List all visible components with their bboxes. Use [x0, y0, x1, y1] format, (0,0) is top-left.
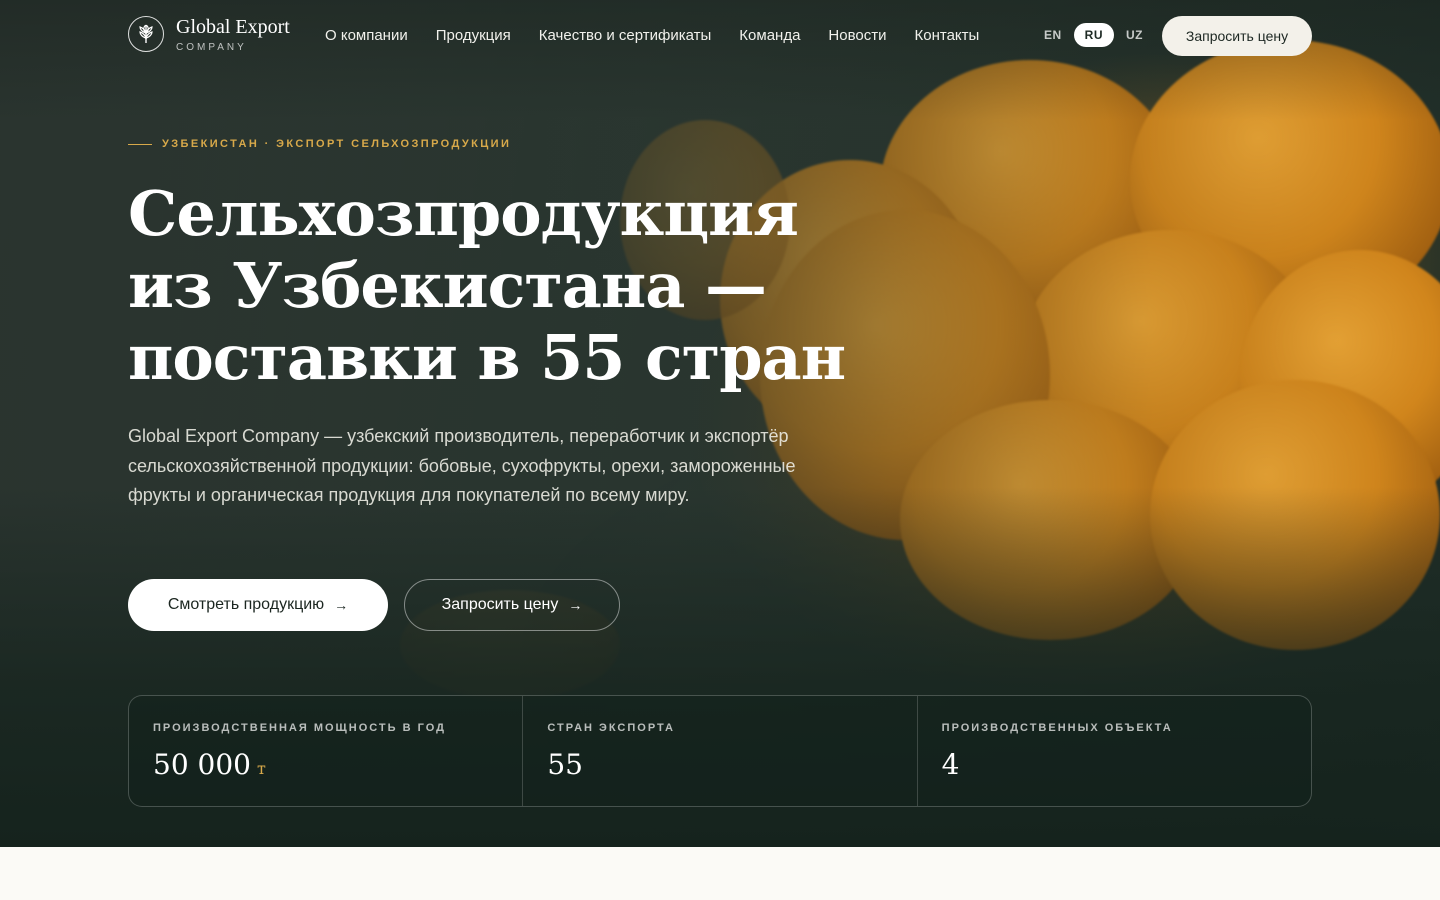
request-price-button[interactable]: Запросить цену [1162, 16, 1312, 56]
nav-contacts[interactable]: Контакты [915, 26, 980, 46]
hero-request-price-label: Запросить цену [441, 596, 559, 613]
arrow-right-icon: → [568, 597, 583, 613]
wheat-icon [128, 15, 164, 52]
hero-title-line: Сельхозпродукция [128, 177, 799, 250]
arrow-right-icon: → [334, 597, 349, 613]
stat-label: СТРАН ЭКСПОРТА [547, 722, 675, 734]
stat-number: 55 [547, 748, 583, 781]
stat-label: ПРОИЗВОДСТВЕННЫХ ОБЪЕКТА [941, 722, 1173, 734]
logo-subtitle: COMPANY [176, 42, 247, 53]
nav-news[interactable]: Новости [828, 26, 886, 46]
stat-value: 4 [942, 748, 1287, 781]
nav-team[interactable]: Команда [739, 26, 800, 46]
stat-number: 4 [941, 748, 960, 781]
stat-capacity: ПРОИЗВОДСТВЕННАЯ МОЩНОСТЬ В ГОД 50 000 т [129, 696, 524, 806]
next-section [0, 847, 1440, 900]
hero-title: Сельхозпродукция из Узбекистана — постав… [128, 178, 848, 394]
stat-number: 50 000 [153, 748, 251, 781]
nav-products[interactable]: Продукция [436, 26, 511, 46]
stat-facilities: ПРОИЗВОДСТВЕННЫХ ОБЪЕКТА 4 [918, 696, 1311, 806]
stat-value: 55 [547, 748, 892, 781]
eyebrow-line [128, 143, 152, 145]
lang-en[interactable]: EN [1036, 23, 1070, 47]
hero-title-line: поставки в 55 стран [128, 321, 846, 394]
stat-unit: т [256, 759, 266, 778]
view-products-label: Смотреть продукцию [167, 596, 325, 613]
nav-about[interactable]: О компании [325, 26, 408, 46]
hero-title-line: из Узбекистана — [128, 249, 767, 322]
stat-countries: СТРАН ЭКСПОРТА 55 [523, 696, 918, 806]
hero-request-price-button[interactable]: Запросить цену → [404, 579, 620, 631]
lang-uz[interactable]: UZ [1118, 23, 1151, 47]
main-nav: О компании Продукция Качество и сертифик… [325, 26, 1007, 46]
lang-ru[interactable]: RU [1073, 23, 1115, 47]
logo[interactable]: Global Export COMPANY [128, 14, 290, 53]
nav-quality[interactable]: Качество и сертификаты [539, 26, 712, 46]
language-switcher: EN RU UZ [1036, 23, 1155, 47]
stats-panel: ПРОИЗВОДСТВЕННАЯ МОЩНОСТЬ В ГОД 50 000 т… [128, 695, 1312, 807]
view-products-button[interactable]: Смотреть продукцию → [128, 579, 388, 631]
eyebrow-text: УЗБЕКИСТАН · ЭКСПОРТ СЕЛЬХОЗПРОДУКЦИИ [162, 138, 512, 150]
hero-description: Global Export Company — узбекский произв… [128, 426, 796, 505]
hero-section: Global Export COMPANY О компании Продукц… [0, 0, 1440, 847]
stat-value: 50 000 т [153, 748, 498, 781]
stat-label: ПРОИЗВОДСТВЕННАЯ МОЩНОСТЬ В ГОД [153, 722, 446, 734]
eyebrow: УЗБЕКИСТАН · ЭКСПОРТ СЕЛЬХОЗПРОДУКЦИИ [128, 138, 511, 150]
site-header: Global Export COMPANY О компании Продукц… [0, 0, 1440, 72]
logo-name: Global Export [176, 16, 290, 38]
